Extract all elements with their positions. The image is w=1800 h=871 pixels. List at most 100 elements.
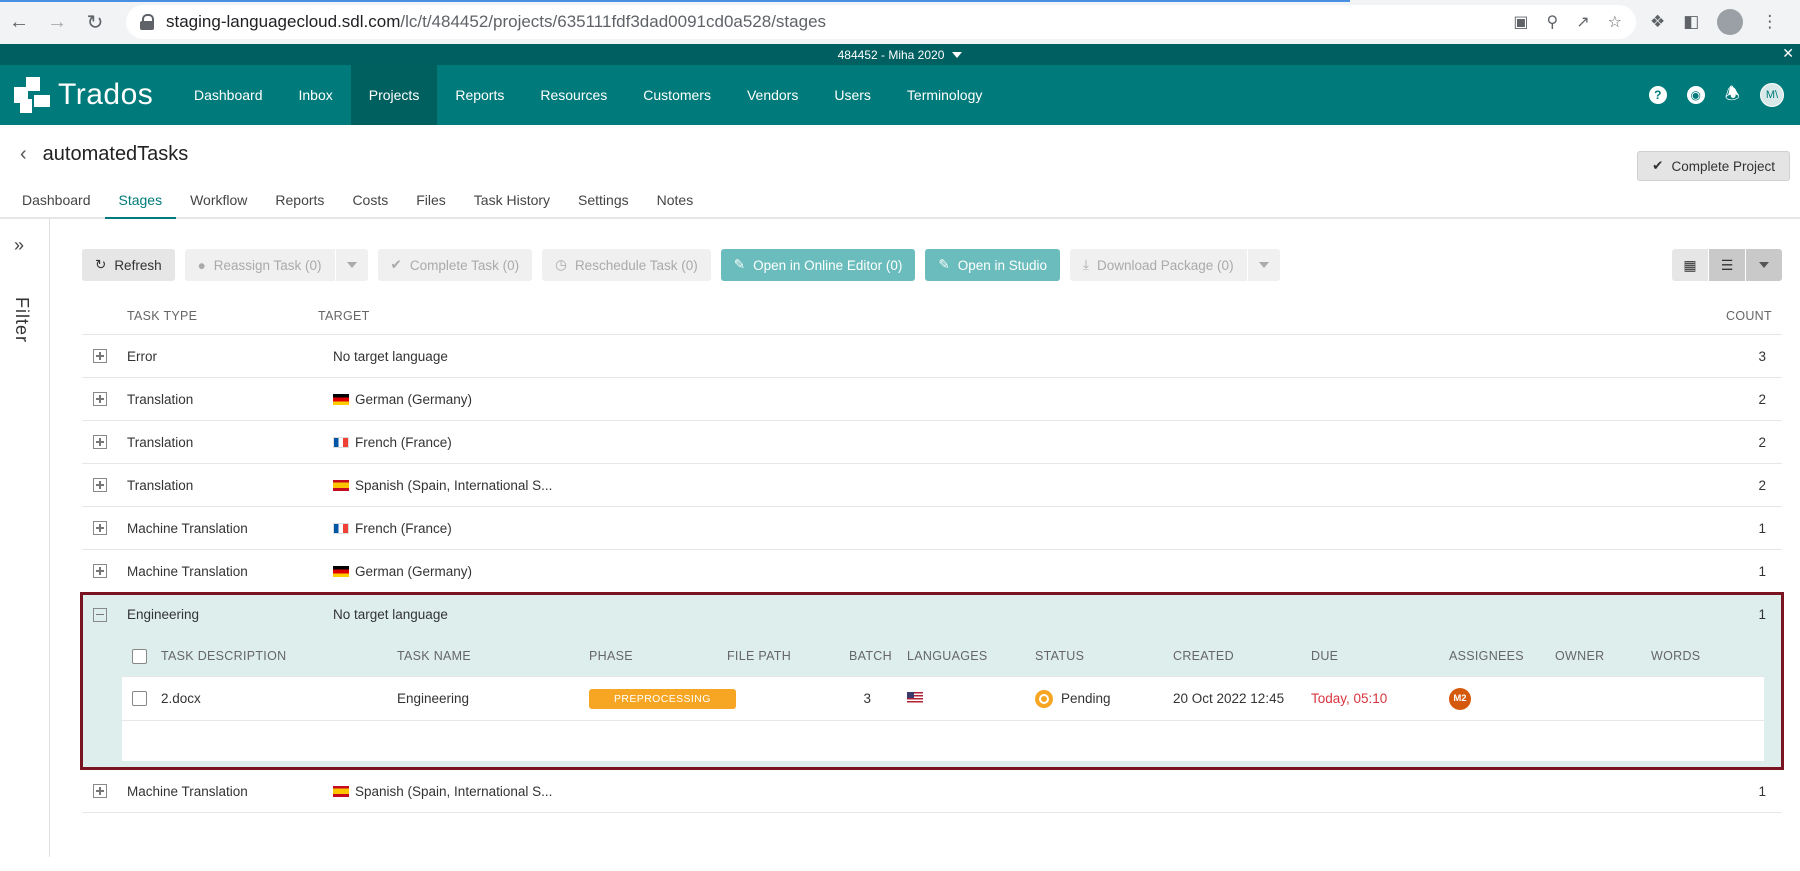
tab-task-history[interactable]: Task History [460, 183, 564, 217]
tab-notes[interactable]: Notes [643, 183, 708, 217]
expand-plus-icon[interactable] [93, 564, 107, 578]
share-icon[interactable]: ↗ [1576, 12, 1589, 32]
user-avatar[interactable]: M\ [1760, 83, 1784, 107]
address-bar[interactable]: staging-languagecloud.sdl.com/lc/t/48445… [126, 5, 1636, 39]
globe-icon[interactable]: ◉ [1686, 86, 1705, 104]
header-created[interactable]: CREATED [1173, 649, 1311, 663]
header-due[interactable]: DUE [1311, 649, 1449, 663]
collapse-minus-icon[interactable] [93, 607, 107, 622]
nav-terminology[interactable]: Terminology [889, 65, 1000, 125]
expand-plus-icon[interactable] [93, 521, 107, 535]
zoom-icon[interactable]: ⚲ [1547, 12, 1559, 32]
nav-resources[interactable]: Resources [522, 65, 625, 125]
filter-label: Filter [12, 297, 32, 343]
task-subtable-header: TASK DESCRIPTION TASK NAME PHASE FILE PA… [122, 636, 1764, 676]
table-row[interactable]: Translation German (Germany) 2 [82, 378, 1782, 421]
table-row[interactable]: Translation French (France) 2 [82, 421, 1782, 464]
header-owner[interactable]: OWNER [1555, 649, 1651, 663]
select-all-checkbox[interactable] [132, 648, 147, 664]
help-icon[interactable]: ? [1648, 86, 1667, 104]
nav-reports[interactable]: Reports [437, 65, 522, 125]
tab-files[interactable]: Files [402, 183, 460, 217]
table-row[interactable]: Machine Translation Spanish (Spain, Inte… [82, 770, 1782, 813]
forward-arrow-icon[interactable]: → [38, 4, 76, 40]
header-task-name[interactable]: TASK NAME [397, 649, 589, 663]
bookmark-star-icon[interactable]: ☆ [1608, 12, 1622, 32]
lock-icon [140, 14, 154, 30]
side-panel-icon[interactable]: ◧ [1683, 12, 1699, 32]
tab-stages[interactable]: Stages [104, 183, 177, 219]
reassign-dropdown[interactable] [335, 249, 368, 281]
complete-project-button[interactable]: ✔ Complete Project [1637, 151, 1790, 181]
refresh-button[interactable]: ↻ Refresh [82, 249, 175, 281]
header-languages[interactable]: LANGUAGES [907, 649, 1035, 663]
nav-dashboard[interactable]: Dashboard [176, 65, 281, 125]
extensions-puzzle-icon[interactable]: ❖ [1650, 12, 1665, 32]
table-row[interactable]: Engineering No target language 1 [82, 593, 1782, 636]
download-dropdown[interactable] [1247, 249, 1280, 281]
tab-settings[interactable]: Settings [564, 183, 643, 217]
header-task-description[interactable]: TASK DESCRIPTION [161, 649, 397, 663]
expand-plus-icon[interactable] [93, 349, 107, 363]
back-arrow-icon[interactable]: ← [0, 4, 38, 40]
open-online-editor-button[interactable]: ✎ Open in Online Editor (0) [720, 249, 916, 281]
nav-inbox[interactable]: Inbox [281, 65, 351, 125]
translate-icon[interactable]: ▣ [1513, 12, 1528, 32]
download-package-button[interactable]: ⤓ Download Package (0) [1070, 249, 1247, 281]
empty-row [122, 721, 1764, 761]
task-description[interactable]: 2.docx [161, 691, 397, 706]
header-file-path[interactable]: FILE PATH [727, 649, 833, 663]
list-view-icon[interactable]: ☰ [1709, 249, 1745, 281]
header-task-type[interactable]: TASK TYPE [82, 309, 318, 323]
header-phase[interactable]: PHASE [589, 649, 727, 663]
nav-users[interactable]: Users [816, 65, 889, 125]
header-words[interactable]: WORDS [1651, 649, 1711, 663]
nav-projects[interactable]: Projects [350, 65, 438, 125]
reload-icon[interactable]: ↻ [76, 4, 114, 40]
task-row-checkbox[interactable] [132, 691, 147, 706]
task-type-rows: Error No target language 3 Translation G… [80, 335, 1784, 813]
task-row[interactable]: 2.docx Engineering PREPROCESSING 3 Pendi… [122, 677, 1764, 721]
nav-vendors[interactable]: Vendors [729, 65, 816, 125]
filter-panel-toggle[interactable]: » Filter [0, 219, 50, 857]
header-batch[interactable]: BATCH [833, 649, 907, 663]
double-chevron-right-icon[interactable]: » [14, 235, 24, 256]
check-icon: ✔ [390, 257, 402, 272]
header-target[interactable]: TARGET [318, 309, 1726, 323]
tenant-switcher[interactable]: 484452 - Miha 2020 ✕ [0, 44, 1800, 65]
header-assignees[interactable]: ASSIGNEES [1449, 649, 1555, 663]
kebab-menu-icon[interactable]: ⋮ [1761, 12, 1778, 32]
reschedule-task-button[interactable]: ◷ Reschedule Task (0) [542, 249, 711, 281]
table-row[interactable]: Translation Spanish (Spain, Internationa… [82, 464, 1782, 507]
open-in-studio-button[interactable]: ✎ Open in Studio [925, 249, 1061, 281]
close-icon[interactable]: ✕ [1782, 45, 1794, 62]
table-row[interactable]: Error No target language 3 [82, 335, 1782, 378]
trados-logo[interactable]: Trados [0, 77, 176, 113]
header-count[interactable]: COUNT [1726, 309, 1782, 323]
nav-customers[interactable]: Customers [625, 65, 729, 125]
table-row[interactable]: Machine Translation German (Germany) 1 [82, 550, 1782, 593]
url-path: /lc/t/484452/projects/635111fdf3dad0091c… [400, 12, 827, 31]
tab-dashboard[interactable]: Dashboard [8, 183, 105, 217]
row-target: No target language [333, 348, 448, 364]
tab-reports[interactable]: Reports [261, 183, 338, 217]
assignee-avatar[interactable]: M2 [1449, 687, 1471, 710]
caret-down-icon [346, 262, 357, 268]
bell-icon[interactable]: 🕭 [1725, 81, 1740, 110]
tab-costs[interactable]: Costs [338, 183, 402, 217]
expand-plus-icon[interactable] [93, 478, 107, 492]
profile-avatar[interactable] [1717, 9, 1744, 35]
tab-workflow[interactable]: Workflow [176, 183, 261, 217]
chevron-left-icon[interactable]: ‹ [20, 143, 27, 166]
expand-plus-icon[interactable] [93, 392, 107, 406]
reassign-task-button[interactable]: ● Reassign Task (0) [184, 249, 335, 281]
row-count: 2 [1758, 477, 1766, 493]
expand-plus-icon[interactable] [93, 784, 107, 798]
header-status[interactable]: STATUS [1035, 649, 1173, 663]
expand-plus-icon[interactable] [93, 435, 107, 449]
view-dropdown[interactable] [1746, 249, 1782, 281]
complete-task-button[interactable]: ✔ Complete Task (0) [377, 249, 533, 281]
grid-view-icon[interactable]: ▦ [1672, 249, 1708, 281]
table-row[interactable]: Machine Translation French (France) 1 [82, 507, 1782, 550]
row-target: French (France) [355, 434, 452, 450]
